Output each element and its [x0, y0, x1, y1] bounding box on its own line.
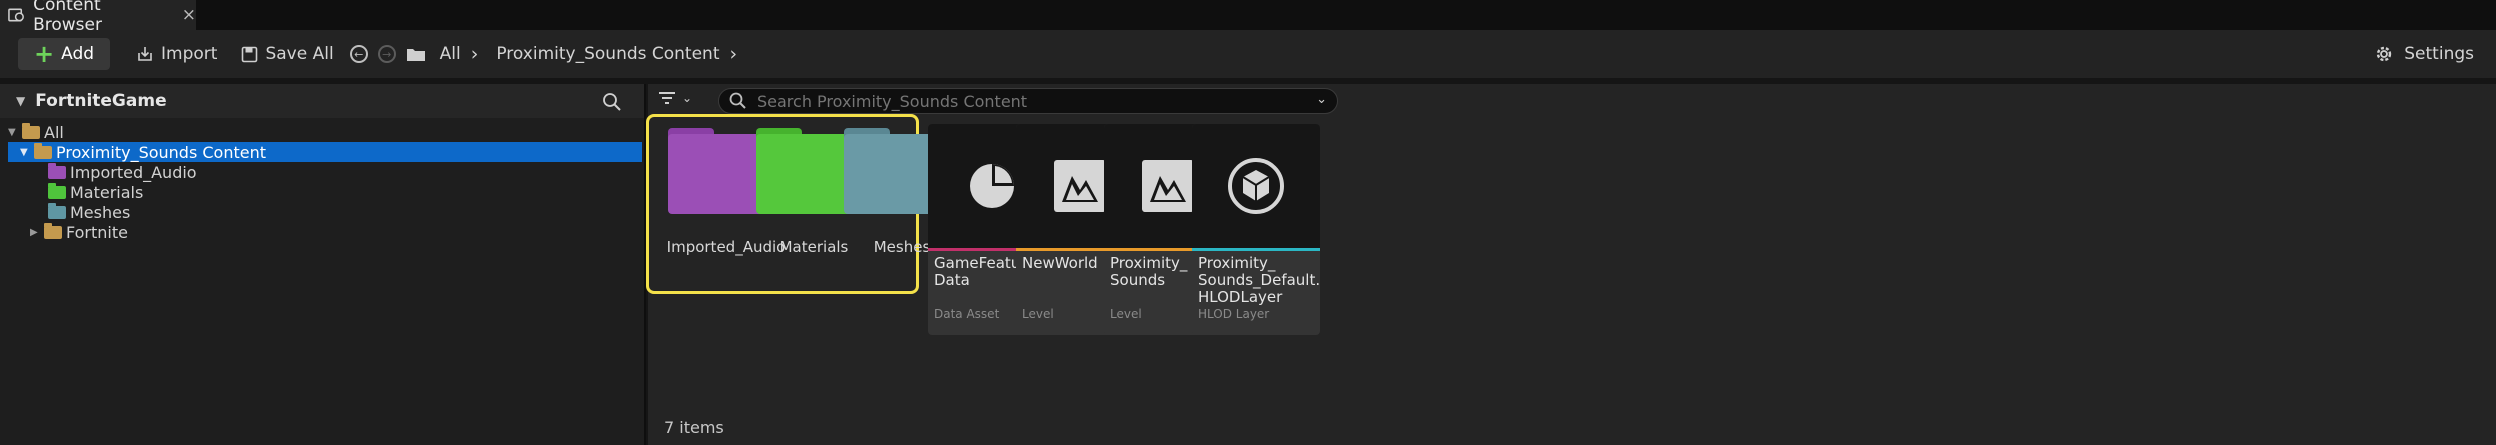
asset-type: Level	[1022, 307, 1054, 321]
folder-icon	[48, 182, 66, 199]
import-label: Import	[161, 44, 218, 64]
breadcrumb-all[interactable]: All	[440, 44, 461, 64]
settings-label: Settings	[2404, 44, 2474, 64]
tab-content-browser[interactable]: Content Browser ×	[0, 0, 196, 35]
tree-item-meshes[interactable]: Meshes	[8, 202, 642, 222]
asset-thumbnail	[1192, 124, 1320, 248]
tree-item-label: Materials	[70, 182, 144, 202]
add-button[interactable]: + Add	[18, 38, 111, 70]
search-icon	[729, 92, 746, 109]
folder-open-icon	[34, 142, 52, 159]
breadcrumb-chevron-icon[interactable]: ›	[730, 43, 738, 65]
tree-item-label: Proximity_Sounds Content	[56, 142, 267, 162]
toolbar: + Add Import Save All ← → All › Proximit…	[0, 30, 2496, 78]
breadcrumb-proximity-sounds-content[interactable]: Proximity_Sounds Content	[496, 44, 719, 64]
pie-chart-icon	[970, 164, 1014, 208]
hlod-icon	[1228, 158, 1284, 214]
expand-arrow-icon[interactable]: ▼	[20, 147, 34, 158]
tree-item-label: Meshes	[70, 202, 131, 222]
asset-type: Level	[1110, 307, 1142, 321]
save-all-button[interactable]: Save All	[233, 38, 341, 70]
sources-header[interactable]: ▼ FortniteGame	[0, 84, 644, 118]
gear-icon	[2377, 46, 2392, 62]
search-input[interactable]	[757, 91, 1297, 111]
content-browser-icon	[8, 8, 24, 22]
tree-item-fortnite[interactable]: ▶ Fortnite	[8, 222, 642, 242]
save-all-label: Save All	[265, 44, 334, 64]
expand-arrow-icon[interactable]: ▶	[30, 227, 44, 238]
close-tab-icon[interactable]: ×	[182, 5, 196, 25]
folder-icon	[406, 49, 425, 61]
back-icon[interactable]: ←	[349, 45, 368, 63]
filter-button[interactable]: ⌄	[658, 90, 692, 106]
asset-type-stripe	[1192, 248, 1320, 251]
level-icon	[1054, 160, 1106, 212]
folder-open-icon	[22, 122, 40, 139]
sources-title: FortniteGame	[35, 91, 167, 111]
tree-item-materials[interactable]: Materials	[8, 182, 642, 202]
tree-item-imported-audio[interactable]: Imported_Audio	[8, 162, 642, 182]
collapse-arrow-icon[interactable]: ▼	[16, 94, 25, 108]
tree-item-proximity-sounds-content[interactable]: ▼ Proximity_Sounds Content	[8, 142, 642, 162]
asset-type: Data Asset	[934, 307, 1000, 321]
sources-panel: ▼ FortniteGame ▼ All ▼ Proximity_Sounds …	[0, 84, 646, 445]
level-icon	[1142, 160, 1194, 212]
settings-button[interactable]: Settings	[2374, 38, 2474, 70]
asset-name: Proximity_ Sounds_Default... HLODLayer	[1198, 254, 1320, 306]
folder-icon	[48, 162, 66, 179]
content-area: ⌄ ⌄ Imported_Audio Materials Meshes	[646, 84, 2496, 445]
tree-item-all[interactable]: ▼ All	[8, 122, 642, 142]
import-icon	[138, 47, 152, 61]
search-box[interactable]: ⌄	[718, 88, 1338, 114]
search-icon[interactable]	[602, 92, 622, 112]
breadcrumb-chevron-icon[interactable]: ›	[471, 43, 479, 65]
add-label: Add	[61, 44, 95, 64]
tree-item-label: Imported_Audio	[70, 162, 197, 182]
tab-bar: Content Browser ×	[0, 0, 2496, 35]
import-button[interactable]: Import	[128, 38, 225, 70]
tree-item-label: All	[44, 122, 64, 142]
chevron-down-icon[interactable]: ⌄	[1316, 92, 1327, 107]
asset-tile-hlod-layer[interactable]: Proximity_ Sounds_Default... HLODLayer H…	[1192, 124, 1320, 335]
folder-icon	[48, 202, 66, 219]
forward-icon[interactable]: →	[377, 45, 396, 63]
filter-icon	[659, 92, 675, 104]
save-icon	[242, 46, 258, 62]
expand-arrow-icon[interactable]: ▼	[8, 127, 22, 138]
asset-type: HLOD Layer	[1198, 307, 1270, 321]
plus-icon: +	[34, 40, 55, 68]
chevron-down-icon: ⌄	[682, 91, 693, 105]
items-count: 7 items	[664, 418, 724, 437]
folder-icon	[44, 222, 62, 239]
folder-tree: ▼ All ▼ Proximity_Sounds Content Importe…	[8, 122, 642, 242]
tree-item-label: Fortnite	[66, 222, 128, 242]
